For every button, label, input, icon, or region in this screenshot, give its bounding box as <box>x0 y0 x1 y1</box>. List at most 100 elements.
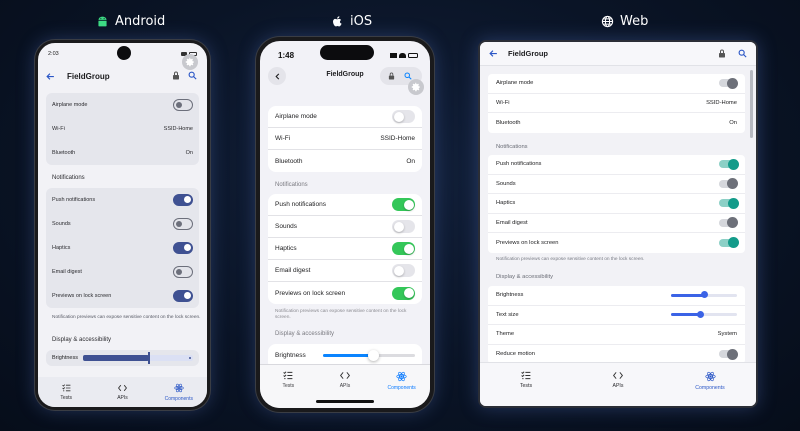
push-toggle[interactable] <box>719 158 739 170</box>
airplane-row[interactable]: Airplane mode <box>268 106 422 128</box>
sounds-toggle[interactable] <box>392 220 415 233</box>
search-icon[interactable] <box>188 71 197 80</box>
navigation-bar: FieldGroup <box>260 67 430 89</box>
push-toggle[interactable] <box>392 198 415 211</box>
email-row[interactable]: Email digest <box>268 260 422 282</box>
sounds-row[interactable]: Sounds <box>46 212 199 236</box>
search-icon[interactable] <box>404 72 412 80</box>
sounds-row[interactable]: Sounds <box>488 175 745 194</box>
haptics-row[interactable]: Haptics <box>46 236 199 260</box>
platform-name: Web <box>620 13 649 29</box>
brightness-row: Brightness <box>488 286 745 306</box>
notifications-card: Push notifications Sounds Haptics Email … <box>488 155 745 253</box>
privacy-note: Notification previews can expose sensiti… <box>52 315 201 320</box>
sounds-row[interactable]: Sounds <box>268 216 422 238</box>
previews-toggle[interactable] <box>719 237 739 249</box>
nav-item-tests[interactable]: Tests <box>46 383 86 401</box>
nav-label: Tests <box>60 394 72 401</box>
haptics-toggle[interactable] <box>392 242 415 255</box>
push-row[interactable]: Push notifications <box>46 188 199 212</box>
privacy-note: Notification previews can expose sensiti… <box>275 309 407 321</box>
airplane-toggle[interactable] <box>392 110 415 123</box>
reduce-motion-toggle[interactable] <box>719 348 738 360</box>
theme-value: System <box>717 331 737 338</box>
email-toggle[interactable] <box>392 264 415 277</box>
push-row[interactable]: Push notifications <box>488 155 745 175</box>
email-row[interactable]: Email digest <box>488 214 745 233</box>
row-label: Previews on lock screen <box>496 239 559 246</box>
haptics-row[interactable]: Haptics <box>268 238 422 260</box>
email-toggle[interactable] <box>719 217 738 229</box>
brightness-row: Brightness <box>268 344 422 366</box>
brightness-slider[interactable] <box>323 349 415 361</box>
email-toggle[interactable] <box>173 266 193 278</box>
app-bar: FieldGroup <box>38 67 207 87</box>
code-brackets-icon <box>117 384 127 392</box>
bluetooth-row[interactable]: Bluetooth On <box>268 150 422 172</box>
sounds-toggle[interactable] <box>719 178 738 190</box>
airplane-row[interactable]: Airplane mode <box>46 93 199 117</box>
previews-toggle[interactable] <box>392 286 415 300</box>
tab-tests[interactable]: Tests <box>501 371 551 406</box>
nav-item-components[interactable]: Components <box>159 383 199 402</box>
previews-row[interactable]: Previews on lock screen <box>488 233 745 253</box>
row-label: Push notifications <box>496 161 542 168</box>
connectivity-card: Airplane mode Wi-Fi SSID-Home Bluetooth … <box>488 74 745 133</box>
tab-apis[interactable]: APIs <box>593 371 643 406</box>
previews-row[interactable]: Previews on lock screen <box>268 282 422 304</box>
lock-icon[interactable] <box>172 71 180 80</box>
airplane-toggle[interactable] <box>173 99 193 111</box>
app-title: FieldGroup <box>67 72 110 81</box>
brightness-slider[interactable] <box>671 291 737 299</box>
theme-row[interactable]: Theme System <box>488 325 745 345</box>
app-title: FieldGroup <box>508 49 548 58</box>
row-label: Email digest <box>496 219 528 226</box>
previews-toggle[interactable] <box>173 290 193 302</box>
arrow-left-icon[interactable] <box>489 49 498 58</box>
text-size-slider[interactable] <box>671 310 737 318</box>
email-row[interactable]: Email digest <box>46 260 199 284</box>
push-row[interactable]: Push notifications <box>268 194 422 216</box>
bluetooth-row[interactable]: Bluetooth On <box>488 113 745 133</box>
platform-label-ios: iOS <box>331 12 372 30</box>
notifications-card: Push notifications Sounds Haptics Email … <box>268 194 422 304</box>
tab-label: APIs <box>339 383 351 389</box>
haptics-toggle[interactable] <box>719 197 739 209</box>
arrow-left-icon[interactable] <box>46 72 55 81</box>
section-title-notifications: Notifications <box>52 175 85 181</box>
wifi-row[interactable]: Wi-Fi SSID-Home <box>488 94 745 113</box>
search-icon[interactable] <box>738 49 747 58</box>
android-robot-icon <box>96 15 109 28</box>
push-toggle[interactable] <box>173 194 193 206</box>
wifi-row[interactable]: Wi-Fi SSID-Home <box>46 117 199 141</box>
haptics-row[interactable]: Haptics <box>488 194 745 214</box>
brightness-slider[interactable] <box>83 352 193 364</box>
nav-item-apis[interactable]: APIs <box>102 384 142 401</box>
section-title-notifications: Notifications <box>275 182 308 188</box>
previews-row[interactable]: Previews on lock screen <box>46 284 199 308</box>
lock-icon[interactable] <box>718 49 726 58</box>
platform-name: Android <box>115 13 166 29</box>
sounds-toggle[interactable] <box>173 218 193 230</box>
slider-thumb[interactable] <box>700 291 708 299</box>
row-label: Haptics <box>52 245 71 251</box>
row-label: Airplane mode <box>275 113 317 120</box>
row-label: Airplane mode <box>496 80 534 87</box>
gear-icon[interactable] <box>408 79 424 95</box>
slider-thumb[interactable] <box>368 349 380 361</box>
slider-fill <box>671 293 704 297</box>
slider-thumb[interactable] <box>697 310 705 318</box>
airplane-toggle[interactable] <box>719 77 738 89</box>
haptics-toggle[interactable] <box>173 242 193 254</box>
lock-icon[interactable] <box>388 72 395 80</box>
wifi-row[interactable]: Wi-Fi SSID-Home <box>268 128 422 150</box>
tab-components[interactable]: Components <box>382 371 422 408</box>
slider-thumb[interactable] <box>148 352 150 364</box>
bluetooth-row[interactable]: Bluetooth On <box>46 141 199 165</box>
airplane-row[interactable]: Airplane mode <box>488 74 745 94</box>
scrollbar[interactable] <box>750 70 753 138</box>
tab-components[interactable]: Components <box>685 371 735 406</box>
row-label: Push notifications <box>275 201 326 208</box>
row-label: Bluetooth <box>275 157 303 165</box>
tab-tests[interactable]: Tests <box>268 371 308 408</box>
